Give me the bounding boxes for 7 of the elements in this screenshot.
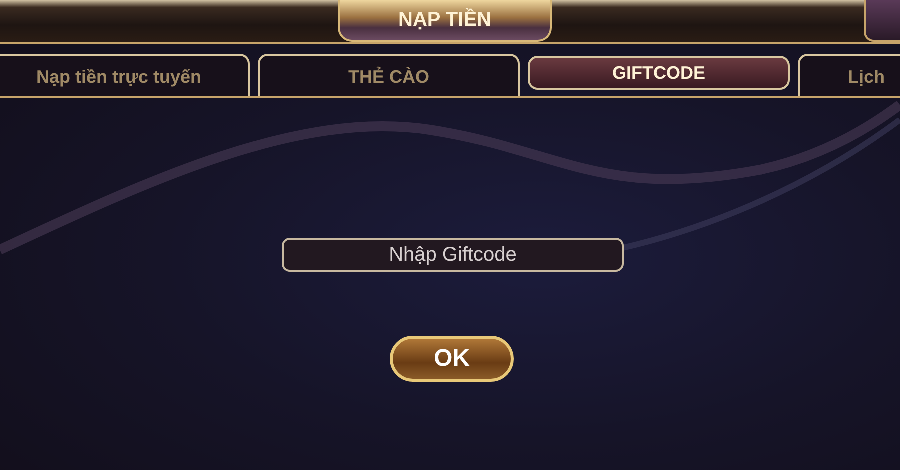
window-title: NẠP TIỀN <box>338 0 552 42</box>
tab[interactable]: THẺ CÀO <box>258 54 520 96</box>
giftcode-field[interactable]: Nhập Giftcode <box>282 238 624 272</box>
tab[interactable]: Lịch <box>798 54 900 96</box>
ok-button[interactable]: OK <box>390 336 514 382</box>
tab[interactable]: Nạp tiền trực tuyến <box>0 54 250 96</box>
tab[interactable]: GIFTCODE <box>528 56 790 90</box>
